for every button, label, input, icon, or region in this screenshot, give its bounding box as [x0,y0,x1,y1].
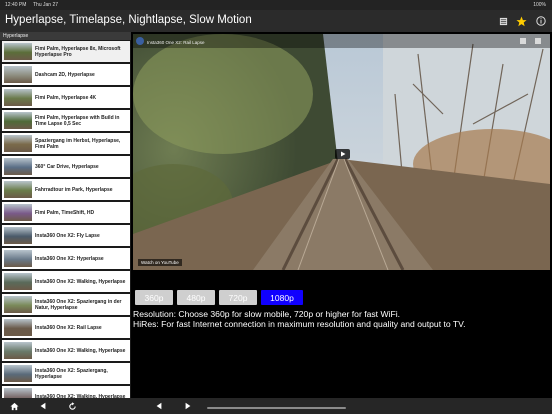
list-item[interactable]: Insta360 One X2: Spaziergang in der Natu… [2,294,130,315]
video-thumbnail [4,388,32,398]
list-item-label: Insta360 One X2: Hyperlapse [35,255,104,262]
list-item[interactable]: Insta360 One X2: Rail Lapse [2,317,130,338]
list-item[interactable]: 360° Car Drive, Hyperlapse [2,156,130,177]
status-bar: 12:40 PM Thu Jan 27 100% [0,0,552,10]
info-line-2: HiRes: For fast Internet connection in m… [133,319,466,329]
video-thumbnail [4,365,32,382]
play-icon[interactable] [335,149,350,159]
video-list: Hyperlapse Fimi Palm, Hyperlapse 8x, Mic… [0,32,131,398]
video-thumbnail [4,273,32,290]
list-item[interactable]: Insta360 One X2: Hyperlapse [2,248,130,269]
video-thumbnail [4,250,32,267]
video-thumbnail [4,342,32,359]
list-item[interactable]: Insta360 One X2: Walking, Hyperlapse [2,340,130,361]
video-thumbnail [4,296,32,313]
info-line-1: Resolution: Choose 360p for slow mobile,… [133,309,401,319]
resolution-button-480p[interactable]: 480p [177,290,215,305]
home-indicator [207,407,346,409]
home-icon[interactable] [9,401,19,411]
list-item-label: Fimi Palm, Hyperlapse 8x, Microsoft Hype… [35,45,121,58]
list-item[interactable]: Spaziergang im Herbst, Hyperlapse, Fimi … [2,133,130,154]
list-item[interactable]: Insta360 One X2: Fly Lapse [2,225,130,246]
back-icon[interactable] [38,401,48,411]
next-icon[interactable] [183,401,193,411]
resolution-button-360p[interactable]: 360p [135,290,173,305]
resolution-selector: 360p 480p 720p 1080p [135,290,303,305]
battery-percent: 100% [533,2,546,8]
list-item[interactable]: Fahrradtour im Park, Hyperlapse [2,179,130,200]
list-item-label: Fimi Palm, Hyperlapse 4K [35,94,97,101]
list-item-label: 360° Car Drive, Hyperlapse [35,163,99,170]
list-item[interactable]: Insta360 One X2: Walking, Hyperlapse [2,271,130,292]
video-thumbnail [4,89,32,106]
list-item[interactable]: Fimi Palm, Hyperlapse 4K [2,87,130,108]
video-thumbnail [4,43,32,60]
list-item-label: Fimi Palm, Hyperlapse with Build in Time… [35,114,120,127]
page-title: Hyperlapse, Timelapse, Nightlapse, Slow … [5,14,252,26]
list-item-label: Fahrradtour im Park, Hyperlapse [35,186,113,193]
video-thumbnail [4,158,32,175]
resolution-button-1080p[interactable]: 1080p [261,290,303,305]
section-header: Hyperlapse [0,32,131,40]
nav-bar: Hyperlapse, Timelapse, Nightlapse, Slow … [0,10,552,32]
list-item-label: Insta360 One X2: Spaziergang, Hyperlapse [35,367,108,380]
list-item[interactable]: Fimi Palm, TimeShift, HD [2,202,130,223]
video-thumbnail [4,66,32,83]
prev-icon[interactable] [154,401,164,411]
watch-on-youtube-link[interactable]: Watch on YouTube [138,259,182,266]
list-item[interactable]: Fimi Palm, Hyperlapse 8x, Microsoft Hype… [2,41,130,62]
book-icon[interactable] [497,15,509,27]
video-thumbnail [4,319,32,336]
video-thumbnail [4,227,32,244]
list-item-label: Insta360 One X2: Spaziergang in der Natu… [35,298,122,311]
list-item-label: Insta360 One X2: Fly Lapse [35,232,100,239]
list-item-label: Insta360 One X2: Rail Lapse [35,324,102,331]
video-player[interactable]: Insta360 One X2: Rail Lapse Watch on You… [133,34,550,270]
list-item-label: Insta360 One X2: Walking, Hyperlapse [35,347,126,354]
reload-icon[interactable] [67,401,77,411]
list-item[interactable]: Fimi Palm, Hyperlapse with Build in Time… [2,110,130,131]
list-item[interactable]: Insta360 One X2: Spaziergang, Hyperlapse [2,363,130,384]
resolution-button-720p[interactable]: 720p [219,290,257,305]
status-time: 12:40 PM [5,2,27,8]
list-item-label: Insta360 One X2: Walking, Hyperlapse [35,393,126,399]
bottom-toolbar [0,398,552,414]
video-thumbnail [4,204,32,221]
list-item[interactable]: Dashcam 2D, Hyperlapse [2,64,130,85]
list-item[interactable]: Insta360 One X2: Walking, Hyperlapse [2,386,130,398]
video-thumbnail [4,112,32,129]
status-date: Thu Jan 27 [33,2,59,8]
resolution-info: Resolution: Choose 360p for slow mobile,… [133,309,465,329]
list-item-label: Dashcam 2D, Hyperlapse [35,71,95,78]
list-item-label: Fimi Palm, TimeShift, HD [35,209,95,216]
main-panel: Insta360 One X2: Rail Lapse Watch on You… [131,32,552,398]
list-item-label: Spaziergang im Herbst, Hyperlapse, Fimi … [35,137,121,150]
video-title: Insta360 One X2: Rail Lapse [147,40,205,45]
video-thumbnail [4,181,32,198]
video-thumbnail [4,135,32,152]
info-icon[interactable] [535,15,547,27]
star-icon[interactable] [515,15,527,27]
list-item-label: Insta360 One X2: Walking, Hyperlapse [35,278,126,285]
